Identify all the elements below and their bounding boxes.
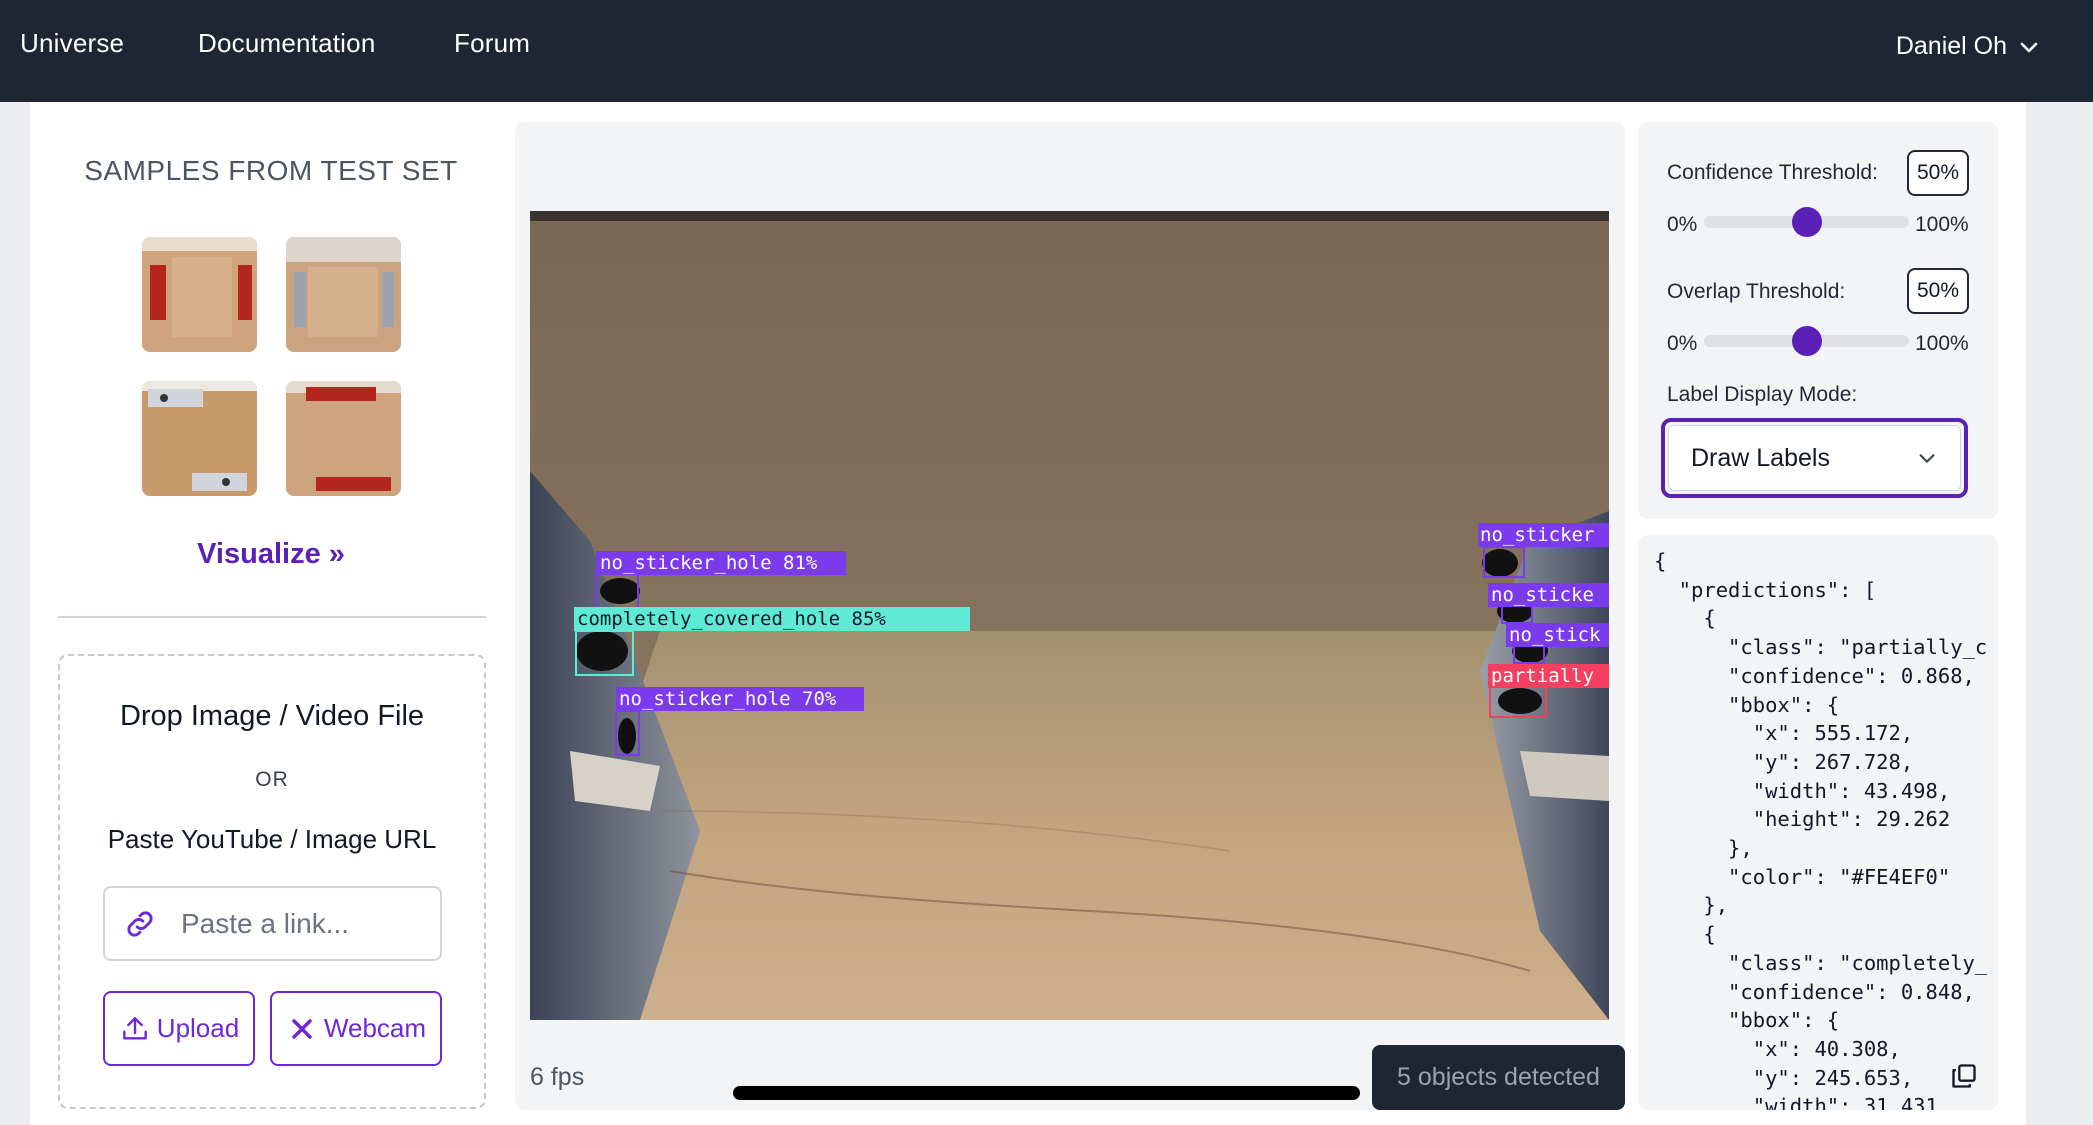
drop-title: Drop Image / Video File <box>119 700 425 732</box>
json-output-card: { "predictions": [ { "class": "partially… <box>1638 535 1998 1110</box>
confidence-label: Confidence Threshold: <box>1667 161 1878 184</box>
json-output: { "predictions": [ { "class": "partially… <box>1654 549 1988 1110</box>
chevron-down-icon <box>2020 42 2038 52</box>
link-icon <box>127 910 153 937</box>
webcam-button[interactable]: Webcam <box>270 991 442 1066</box>
nav-link-documentation[interactable]: Documentation <box>198 28 375 59</box>
detection-label: no_sticker_hole 70% <box>619 688 837 710</box>
visualize-link[interactable]: Visualize » <box>58 538 484 571</box>
detection-label: no_sticker <box>1480 524 1594 546</box>
objects-detected-badge: 5 objects detected <box>1372 1045 1625 1110</box>
link-input[interactable] <box>181 907 421 940</box>
paste-url-label: Paste YouTube / Image URL <box>107 824 437 854</box>
drop-zone[interactable]: Drop Image / Video File OR Paste YouTube… <box>58 654 486 1109</box>
confidence-min: 0% <box>1667 213 1698 236</box>
label-mode-value: Draw Labels <box>1691 443 1830 472</box>
detection-label: no_sticke <box>1491 584 1594 606</box>
nav-link-forum[interactable]: Forum <box>454 28 530 59</box>
nav-link-universe[interactable]: Universe <box>20 28 124 59</box>
label-mode-select-inner[interactable]: Draw Labels <box>1668 425 1961 491</box>
user-menu[interactable]: Daniel Oh <box>1896 32 2041 61</box>
detection-label: no_sticker_hole 81% <box>600 552 818 574</box>
detection-label: no_stick <box>1509 624 1601 646</box>
overlap-min: 0% <box>1667 332 1698 355</box>
sample-thumbnail-3[interactable] <box>142 381 257 496</box>
overlap-max: 100% <box>1915 332 1969 355</box>
detection-label: completely_covered_hole 85% <box>577 608 886 630</box>
upload-label: Upload <box>156 1013 240 1043</box>
confidence-slider-thumb[interactable] <box>1792 207 1822 237</box>
confidence-value-input[interactable]: 50% <box>1907 150 1969 196</box>
confidence-max: 100% <box>1915 213 1969 236</box>
overlap-slider-thumb[interactable] <box>1792 326 1822 356</box>
webcam-label: Webcam <box>323 1013 427 1043</box>
sample-thumbnail-2[interactable] <box>286 237 401 352</box>
horizontal-scrollbar[interactable] <box>733 1086 1360 1100</box>
divider <box>58 616 486 618</box>
link-field[interactable] <box>103 886 442 961</box>
user-name: Daniel Oh <box>1895 32 2007 60</box>
upload-icon <box>122 1016 147 1040</box>
label-mode-label: Label Display Mode: <box>1667 383 1858 406</box>
detection-label: partially <box>1491 665 1594 687</box>
drop-or: OR <box>255 768 289 791</box>
samples-title: SAMPLES FROM TEST SET <box>84 155 458 186</box>
chevron-down-icon <box>1919 454 1935 463</box>
sample-thumbnail-1[interactable] <box>142 237 257 352</box>
upload-button[interactable]: Upload <box>103 991 255 1066</box>
copy-icon[interactable] <box>1950 1062 1978 1090</box>
top-nav: Universe Documentation Forum Daniel Oh <box>0 0 2093 102</box>
sample-thumbnail-4[interactable] <box>286 381 401 496</box>
label-mode-select[interactable]: Draw Labels <box>1661 418 1968 498</box>
video-feed[interactable]: no_sticker_hole 81% completely_covered_h… <box>530 211 1609 1020</box>
fps-readout: 6 fps <box>530 1063 585 1091</box>
close-icon <box>292 1018 312 1039</box>
overlap-label: Overlap Threshold: <box>1667 280 1846 303</box>
overlap-value-input[interactable]: 50% <box>1907 268 1969 314</box>
